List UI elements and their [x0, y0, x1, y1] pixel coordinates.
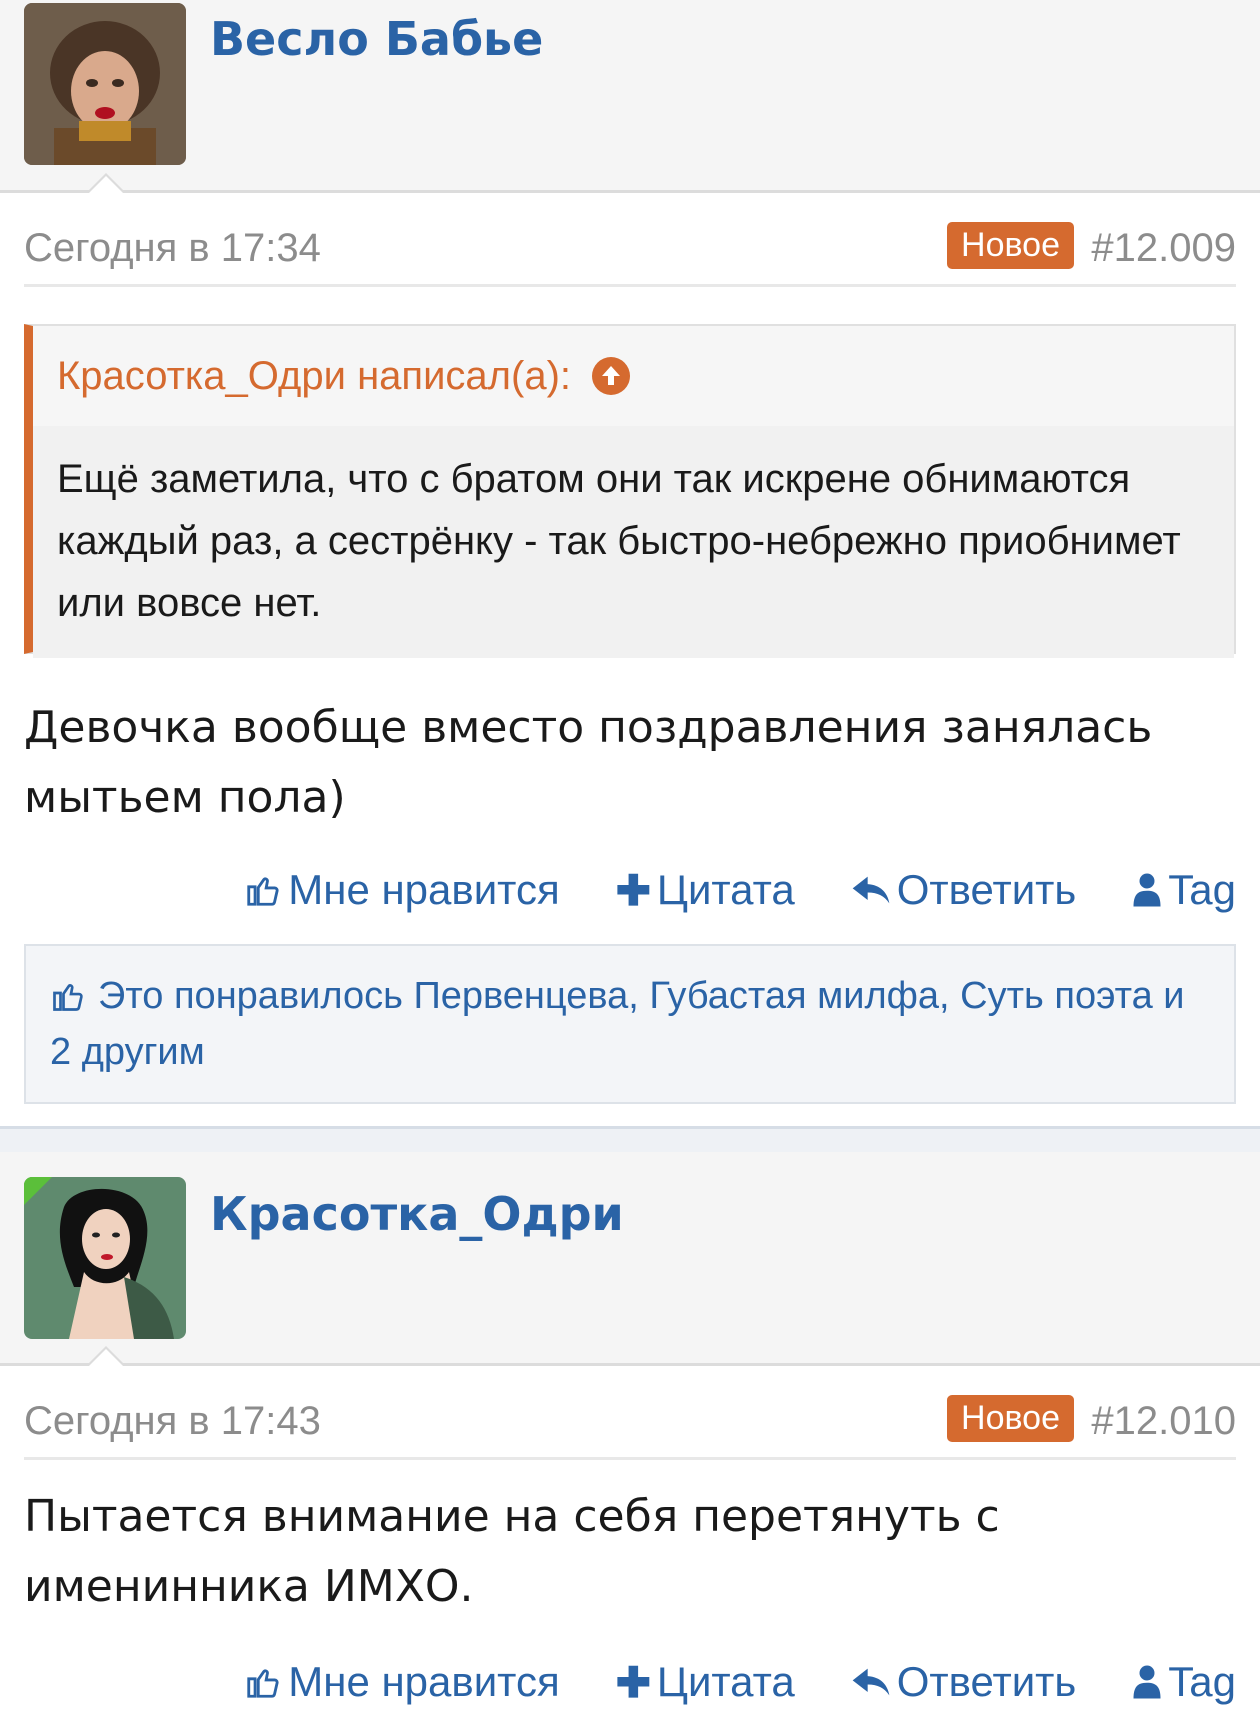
post-number[interactable]: #12.010	[1091, 1399, 1236, 1444]
user-icon	[1133, 873, 1161, 907]
quote-label: Цитата	[656, 866, 795, 913]
post-message: Девочка вообще вместо поздравления занял…	[24, 702, 1153, 823]
user-header: Красотка_Одри	[0, 1152, 1260, 1366]
like-label: Мне нравится	[288, 866, 560, 913]
reply-icon	[852, 1668, 890, 1696]
header-pointer	[86, 173, 126, 193]
thumbs-up-icon	[247, 877, 279, 906]
tag-button[interactable]: Tag	[1132, 866, 1236, 914]
quote-block: Красотка_Одри написал(а): Ещё заметила, …	[24, 324, 1236, 658]
user-icon	[1133, 1665, 1161, 1699]
post-date[interactable]: Сегодня в 17:34	[24, 226, 321, 271]
tag-label: Tag	[1168, 866, 1236, 913]
avatar[interactable]	[24, 3, 186, 165]
avatar[interactable]	[24, 1177, 186, 1339]
quote-button[interactable]: ✚ Цитата	[616, 866, 795, 915]
thumbs-up-icon	[247, 1669, 279, 1698]
post-actions: Мне нравится ✚ Цитата Ответить Tag	[244, 860, 1236, 920]
likes-text: Это понравилось Первенцева, Губастая мил…	[50, 975, 1185, 1073]
like-button[interactable]: Мне нравится	[244, 866, 560, 914]
arrow-up-circle-icon[interactable]	[592, 357, 631, 395]
username[interactable]: Красотка_Одри	[210, 1187, 624, 1241]
tag-label: Tag	[1168, 1658, 1236, 1705]
post-meta: Сегодня в 17:43 Новое #12.010	[24, 1385, 1236, 1460]
quote-button[interactable]: ✚ Цитата	[616, 1658, 795, 1707]
post-date[interactable]: Сегодня в 17:43	[24, 1399, 321, 1444]
thumbs-up-icon	[53, 984, 83, 1011]
header-pointer	[86, 1346, 126, 1366]
quote-header[interactable]: Красотка_Одри написал(а):	[33, 326, 1234, 426]
post-message: Пытается внимание на себя перетянуть с и…	[24, 1491, 1000, 1612]
likes-bar[interactable]: Это понравилось Первенцева, Губастая мил…	[24, 944, 1236, 1104]
user-header: Весло Бабье	[0, 0, 1260, 193]
quote-author: Красотка_Одри написал(а):	[57, 354, 572, 398]
username[interactable]: Весло Бабье	[210, 12, 543, 66]
plus-icon: ✚	[615, 1658, 651, 1706]
like-button[interactable]: Мне нравится	[244, 1658, 560, 1706]
post-meta: Сегодня в 17:34 Новое #12.009	[24, 212, 1236, 287]
like-label: Мне нравится	[288, 1658, 560, 1705]
post-actions: Мне нравится ✚ Цитата Ответить Tag	[244, 1652, 1236, 1712]
quote-label: Цитата	[656, 1658, 795, 1705]
post-number[interactable]: #12.009	[1091, 226, 1236, 271]
reply-label: Ответить	[896, 866, 1077, 913]
plus-icon: ✚	[615, 866, 651, 914]
tag-button[interactable]: Tag	[1132, 1658, 1236, 1706]
reply-button[interactable]: Ответить	[851, 1658, 1077, 1706]
quote-text: Ещё заметила, что с братом они так искре…	[33, 426, 1234, 658]
reply-label: Ответить	[896, 1658, 1077, 1705]
reply-icon	[852, 876, 890, 904]
new-badge: Новое	[947, 1395, 1074, 1442]
new-badge: Новое	[947, 222, 1074, 269]
reply-button[interactable]: Ответить	[851, 866, 1077, 914]
